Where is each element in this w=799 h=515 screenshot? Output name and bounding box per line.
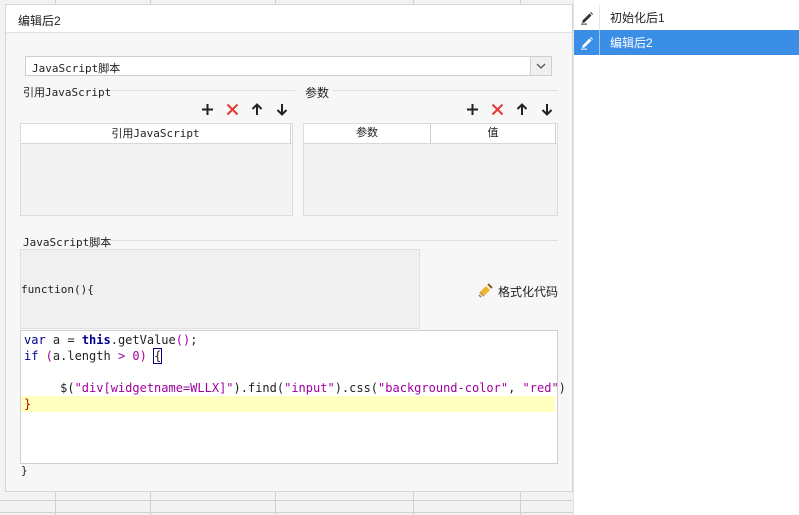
move-up-icon[interactable]	[512, 99, 532, 119]
edit-icon	[574, 5, 600, 30]
code-line: if (a.length > 0) {	[24, 348, 163, 364]
code-editor[interactable]: var a = this.getValue(); if (a.length > …	[20, 330, 566, 464]
divider	[333, 90, 558, 91]
table-header: 引用JavaScript	[21, 124, 292, 144]
code-line: $("div[widgetname=WLLX]").find("input").…	[60, 381, 566, 395]
code-line: var a = this.getValue();	[24, 333, 198, 347]
delete-icon[interactable]	[222, 99, 242, 119]
event-list-panel: 初始化后1 编辑后2	[573, 0, 799, 515]
delete-icon[interactable]	[487, 99, 507, 119]
dialog-header: 编辑后2	[6, 5, 572, 33]
divider	[110, 240, 558, 241]
event-item-label: 编辑后2	[610, 36, 653, 50]
function-prefix: function(){	[21, 283, 94, 296]
format-code-button[interactable]: 格式化代码	[478, 281, 558, 301]
code-line-current: }	[21, 396, 555, 412]
dialog-title: 编辑后2	[18, 14, 61, 28]
script-type-select[interactable]: JavaScript脚本	[25, 56, 552, 76]
params-section-title: 参数	[305, 86, 330, 100]
edit-icon	[574, 30, 600, 55]
column-header: 参数	[304, 124, 431, 143]
event-item-label: 初始化后1	[610, 11, 665, 25]
column-header: 值	[431, 124, 556, 143]
script-section-title: JavaScript脚本	[23, 236, 112, 249]
params-table[interactable]: 参数 值	[303, 123, 558, 216]
format-code-label: 格式化代码	[498, 284, 559, 299]
function-suffix: }	[21, 464, 28, 477]
add-icon[interactable]	[197, 99, 217, 119]
chevron-down-icon[interactable]	[530, 57, 551, 75]
move-down-icon[interactable]	[537, 99, 557, 119]
ref-js-section-title: 引用JavaScript	[23, 86, 112, 99]
event-item-after-edit[interactable]: 编辑后2	[574, 30, 799, 55]
event-item-init[interactable]: 初始化后1	[574, 5, 799, 30]
table-header: 参数 值	[304, 124, 557, 144]
broom-icon	[478, 282, 494, 301]
column-header: 引用JavaScript	[21, 124, 291, 143]
move-down-icon[interactable]	[272, 99, 292, 119]
divider	[110, 90, 295, 91]
script-type-value: JavaScript脚本	[32, 62, 121, 75]
move-up-icon[interactable]	[247, 99, 267, 119]
add-icon[interactable]	[462, 99, 482, 119]
ref-js-table[interactable]: 引用JavaScript	[20, 123, 293, 216]
